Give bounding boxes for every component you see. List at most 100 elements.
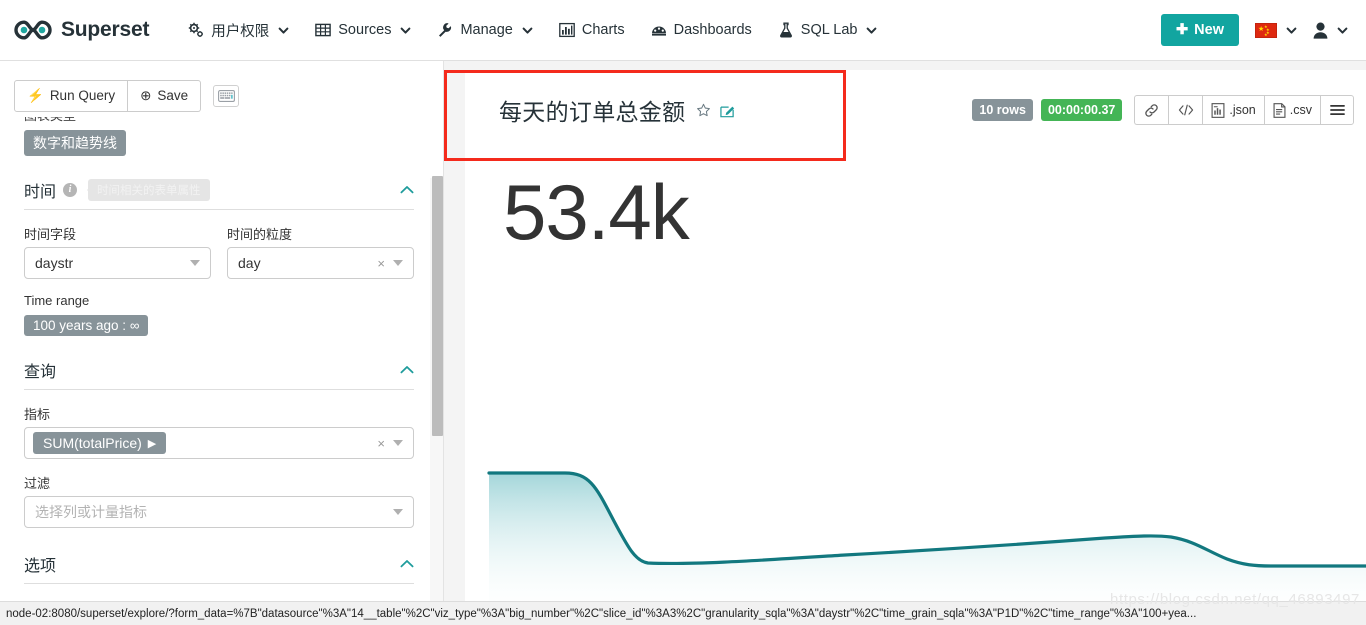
- nav-item-manage[interactable]: Manage: [424, 16, 545, 44]
- query-section: 查询 指标 SUM(totalPrice) ▶ × 过滤 选择列或计量指标: [24, 358, 414, 528]
- chart-header-actions: 10 rows 00:00:00.37 .json .csv: [972, 95, 1354, 125]
- chart-card: 每天的订单总金额 10 rows 00:00:00.37 .json .csv …: [465, 70, 1366, 601]
- info-icon[interactable]: i: [63, 183, 78, 197]
- metrics-label: 指标: [24, 407, 51, 422]
- metric-pill-label: SUM(totalPrice): [43, 435, 142, 451]
- time-column-value: daystr: [35, 255, 74, 271]
- filters-select[interactable]: 选择列或计量指标: [24, 496, 414, 528]
- csv-label: .csv: [1289, 103, 1312, 117]
- time-column-control: 时间字段 daystr: [24, 224, 211, 279]
- navbar-right-controls: ✚ New ★ ★ ★ ★ ★: [1161, 14, 1352, 46]
- time-column-select[interactable]: daystr: [24, 247, 211, 279]
- chevron-down-icon: [1337, 27, 1348, 34]
- scrollbar-thumb[interactable]: [432, 176, 443, 436]
- time-section-title: 时间: [24, 184, 57, 201]
- chevron-down-icon: [867, 27, 877, 34]
- code-icon: [1178, 104, 1194, 116]
- chevron-up-icon[interactable]: [400, 559, 414, 569]
- bar-chart-icon: [559, 22, 575, 38]
- query-button-group: ⚡ Run Query ⊕ Save: [14, 80, 202, 112]
- viz-type-label: 图表类型: [24, 117, 414, 124]
- view-query-button[interactable]: [1168, 95, 1203, 125]
- viz-type-control: 图表类型 数字和趋势线: [24, 117, 414, 156]
- nav-item-label: Charts: [581, 22, 625, 38]
- plus-icon: ✚: [1176, 22, 1189, 38]
- chart-menu-button[interactable]: [1320, 95, 1354, 125]
- options-section-header[interactable]: 选项: [24, 552, 414, 584]
- language-switcher[interactable]: ★ ★ ★ ★ ★: [1255, 22, 1297, 38]
- time-range-label: Time range: [24, 293, 90, 308]
- clear-icon[interactable]: ×: [377, 436, 385, 451]
- nav-items: 用户权限 Sources Manage Charts Dashboards SQ…: [175, 14, 890, 47]
- trendline-area: [489, 473, 1366, 601]
- chart-title-actions: [696, 103, 735, 118]
- query-section-title: 查询: [24, 364, 57, 381]
- top-navbar: Superset 用户权限 Sources Manage Charts Dash…: [0, 0, 1366, 61]
- filters-control: 过滤 选择列或计量指标: [24, 473, 414, 528]
- table-icon: [315, 23, 332, 37]
- lightning-icon: ⚡: [27, 88, 44, 104]
- control-panel-content: 图表类型 数字和趋势线 时间 i 时间相关的表单属性: [0, 117, 430, 584]
- user-menu[interactable]: [1313, 22, 1348, 39]
- export-csv-button[interactable]: .csv: [1263, 95, 1320, 125]
- duration-badge: 00:00:00.37: [1040, 99, 1123, 121]
- chevron-down-icon: [401, 27, 411, 34]
- keyboard-icon: [217, 90, 235, 102]
- edit-pencil-icon[interactable]: [720, 103, 735, 118]
- nav-item-dashboards[interactable]: Dashboards: [638, 16, 765, 44]
- time-grain-control: 时间的粒度 day ×: [227, 224, 414, 279]
- share-link-button[interactable]: [1134, 95, 1169, 125]
- chevron-up-icon[interactable]: [400, 365, 414, 375]
- json-label: .json: [1229, 103, 1256, 117]
- time-section-header[interactable]: 时间 i 时间相关的表单属性: [24, 178, 414, 210]
- hamburger-menu-icon: [1329, 105, 1345, 115]
- new-button-label: New: [1194, 22, 1224, 38]
- keyboard-shortcuts-button[interactable]: [213, 85, 240, 107]
- chevron-down-icon: [278, 27, 289, 34]
- play-triangle-icon: ▶: [147, 437, 157, 450]
- control-panel-scroll-area[interactable]: 图表类型 数字和趋势线 时间 i 时间相关的表单属性: [0, 117, 444, 601]
- run-query-button[interactable]: ⚡ Run Query: [14, 80, 129, 112]
- time-range-value[interactable]: 100 years ago : ∞: [24, 315, 149, 336]
- nav-item-sources[interactable]: Sources: [302, 16, 424, 44]
- time-column-label: 时间字段: [24, 227, 77, 242]
- export-json-button[interactable]: .json: [1202, 95, 1264, 125]
- options-section-title: 选项: [24, 558, 57, 575]
- dropdown-arrow-icon: [393, 440, 403, 446]
- json-file-icon: [1211, 102, 1225, 118]
- link-icon: [1145, 103, 1159, 117]
- trendline-chart: [487, 471, 1366, 601]
- filters-label: 过滤: [24, 476, 51, 491]
- time-grain-value: day: [238, 255, 261, 271]
- time-range-control: Time range 100 years ago : ∞: [24, 293, 414, 336]
- time-grain-label: 时间的粒度: [227, 227, 293, 242]
- nav-item-charts[interactable]: Charts: [546, 16, 638, 44]
- time-grain-select[interactable]: day ×: [227, 247, 414, 279]
- chart-area: 每天的订单总金额 10 rows 00:00:00.37 .json .csv …: [444, 61, 1366, 601]
- dropdown-arrow-icon: [393, 509, 403, 515]
- new-button[interactable]: ✚ New: [1161, 14, 1239, 46]
- chevron-up-icon[interactable]: [400, 185, 414, 195]
- query-section-header[interactable]: 查询: [24, 358, 414, 390]
- dropdown-arrow-icon: [190, 260, 200, 266]
- explore-toolbar: ⚡ Run Query ⊕ Save: [0, 61, 444, 117]
- nav-item-user-permissions[interactable]: 用户权限: [175, 14, 302, 47]
- flask-icon: [779, 22, 792, 38]
- brand-logo-link[interactable]: Superset: [14, 18, 149, 42]
- metrics-select[interactable]: SUM(totalPrice) ▶ ×: [24, 427, 414, 459]
- run-query-label: Run Query: [49, 88, 116, 104]
- save-button[interactable]: ⊕ Save: [128, 80, 202, 112]
- clear-icon[interactable]: ×: [377, 256, 385, 271]
- big-number-value: 53.4k: [503, 168, 690, 256]
- star-icon[interactable]: [696, 103, 711, 118]
- wrench-icon: [439, 23, 452, 37]
- viz-type-value[interactable]: 数字和趋势线: [24, 130, 126, 156]
- dropdown-arrow-icon: [393, 260, 403, 266]
- status-bar-url: node-02:8080/superset/explore/?form_data…: [6, 607, 1197, 620]
- nav-item-sql-lab[interactable]: SQL Lab: [765, 16, 891, 44]
- gears-icon: [189, 22, 204, 37]
- chevron-down-icon: [522, 27, 533, 34]
- metric-pill[interactable]: SUM(totalPrice) ▶: [33, 432, 167, 454]
- time-fields-row: 时间字段 daystr 时间的粒度 day ×: [24, 224, 414, 279]
- china-flag-icon: ★ ★ ★ ★ ★: [1255, 22, 1277, 38]
